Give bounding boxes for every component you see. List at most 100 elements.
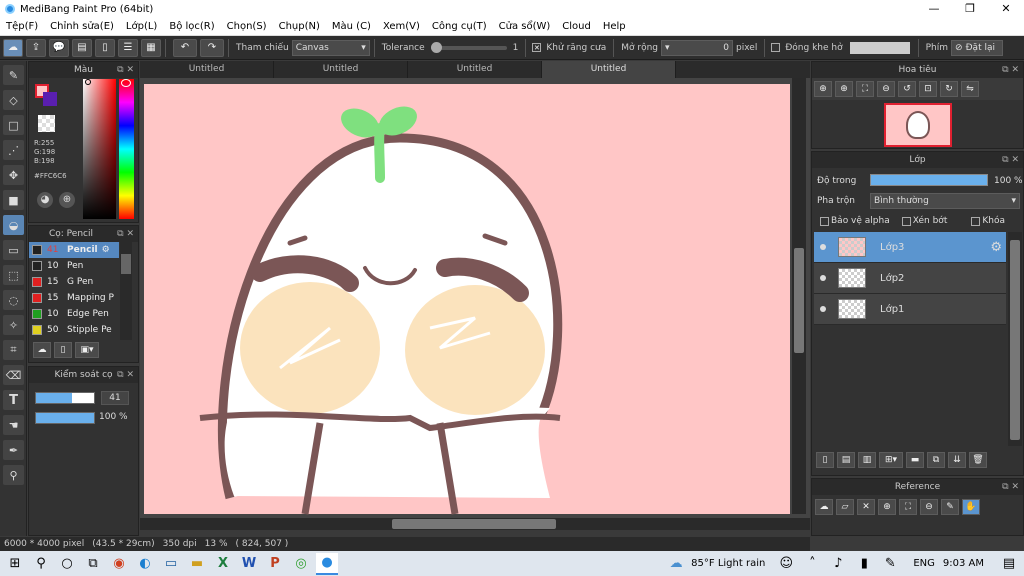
brush-item[interactable]: 10 Pen — [29, 258, 119, 274]
menu-filter[interactable]: Bộ lọc(R) — [163, 21, 220, 32]
merge-layer-icon[interactable]: ⇊ — [948, 452, 966, 468]
canvas-area[interactable] — [140, 78, 810, 530]
new-layer-icon[interactable]: ▯ — [816, 452, 834, 468]
chrome-icon[interactable]: ◎ — [290, 553, 312, 575]
brush-item[interactable]: 41 Pencil ⚙ — [29, 242, 119, 258]
rect-select-tool-icon[interactable]: ⬚ — [3, 265, 24, 285]
saturation-value-picker[interactable] — [83, 79, 116, 219]
menu-file[interactable]: Tệp(F) — [0, 21, 44, 32]
close-icon[interactable]: ✕ — [857, 499, 875, 515]
palette-icon[interactable]: ◕ — [37, 192, 53, 208]
panel-close-icon[interactable]: ⧉ ✕ — [117, 367, 134, 383]
add-layer-menu-icon[interactable]: ⊞▾ — [879, 452, 903, 468]
menu-edit[interactable]: Chỉnh sửa(E) — [44, 21, 120, 32]
gear-icon[interactable]: ⚙ — [990, 240, 1002, 255]
hand-tool-icon[interactable]: ☚ — [3, 415, 24, 435]
maximize-button[interactable]: ❐ — [952, 0, 988, 18]
weather-icon[interactable]: ☁ — [665, 553, 687, 575]
rotate-right-icon[interactable]: ↻ — [940, 81, 958, 97]
task-view-icon[interactable]: ⧉ — [82, 553, 104, 575]
list-icon[interactable]: ☰ — [118, 38, 138, 57]
eraser-tool-icon[interactable]: ◇ — [3, 90, 24, 110]
bucket-tool-icon[interactable]: ◒ — [3, 215, 24, 235]
visibility-icon[interactable] — [820, 275, 826, 281]
zoom-out-icon[interactable]: ⊖ — [920, 499, 938, 515]
palette-add-icon[interactable]: ⊕ — [59, 192, 75, 208]
tolerance-slider-handle[interactable] — [430, 41, 442, 53]
folder-icon[interactable]: ▬ — [906, 452, 924, 468]
pen-icon[interactable]: ✎ — [879, 553, 901, 575]
lock-checkbox[interactable] — [971, 216, 981, 226]
edge-icon[interactable]: ◐ — [134, 553, 156, 575]
brush-cloud-icon[interactable]: ☁ — [33, 342, 51, 358]
vertical-scrollbar-thumb[interactable] — [794, 248, 804, 353]
monitor-icon[interactable]: ▭ — [160, 553, 182, 575]
brush-item[interactable]: 50 Stipple Pe — [29, 322, 119, 338]
layer-item[interactable]: Lớp3 ⚙ — [814, 232, 1006, 263]
menu-help[interactable]: Help — [597, 21, 632, 32]
panel-close-icon[interactable]: ⧉ ✕ — [117, 226, 134, 242]
hue-cursor[interactable] — [121, 79, 131, 87]
brush-size-slider[interactable] — [35, 392, 95, 404]
menu-window[interactable]: Cửa sổ(W) — [493, 21, 557, 32]
cloud-icon[interactable]: ☁ — [3, 38, 23, 57]
layer-item[interactable]: Lớp1 — [814, 294, 1006, 325]
clock[interactable]: 9:03 AM — [943, 558, 984, 569]
menu-view[interactable]: Xem(V) — [377, 21, 426, 32]
menu-capture[interactable]: Chụp(N) — [273, 21, 326, 32]
panel-close-icon[interactable]: ⧉ ✕ — [1002, 62, 1019, 78]
tab-untitled-1[interactable]: Untitled — [140, 61, 274, 78]
lasso-tool-icon[interactable]: ◌ — [3, 290, 24, 310]
menu-select[interactable]: Chọn(S) — [221, 21, 273, 32]
tab-untitled-4[interactable]: Untitled — [542, 61, 676, 78]
visibility-icon[interactable] — [820, 306, 826, 312]
text-tool-icon[interactable]: T — [3, 390, 24, 410]
clipping-checkbox[interactable] — [901, 216, 911, 226]
horizontal-scrollbar-thumb[interactable] — [392, 519, 556, 529]
move-tool-icon[interactable]: ✥ — [3, 165, 24, 185]
cortana-icon[interactable]: ○ — [56, 553, 78, 575]
grid-icon[interactable]: ▦ — [141, 38, 161, 57]
panel-close-icon[interactable]: ⧉ ✕ — [117, 62, 134, 78]
close-button[interactable]: ✕ — [988, 0, 1024, 18]
notification-icon[interactable]: ▤ — [998, 553, 1020, 575]
medibang-taskbar-icon[interactable]: ● — [316, 552, 338, 575]
redo-icon[interactable]: ↷ — [200, 38, 224, 57]
canvas-drawing[interactable] — [140, 78, 810, 518]
panel-close-icon[interactable]: ⧉ ✕ — [1002, 479, 1019, 495]
panel-close-icon[interactable]: ⧉ ✕ — [1002, 152, 1019, 168]
brush-list-scrollbar[interactable] — [120, 242, 132, 340]
volume-icon[interactable]: ♪ — [827, 553, 849, 575]
pen-tool-icon[interactable]: ✒ — [3, 440, 24, 460]
network-icon[interactable]: ▮ — [853, 553, 875, 575]
layer-opacity-slider[interactable] — [870, 174, 988, 186]
hue-slider[interactable] — [119, 79, 134, 219]
scrollbar-thumb[interactable] — [121, 254, 131, 274]
hand-icon[interactable]: ✋ — [962, 499, 980, 515]
select-pen-tool-icon[interactable]: ⌗ — [3, 340, 24, 360]
menu-layer[interactable]: Lớp(L) — [120, 21, 163, 32]
horizontal-scrollbar[interactable] — [140, 518, 810, 530]
minimize-button[interactable]: — — [916, 0, 952, 18]
language-indicator[interactable]: ENG — [913, 558, 935, 569]
chevron-up-icon[interactable]: ˄ — [801, 553, 823, 575]
close-gap-checkbox[interactable] — [771, 43, 781, 52]
gear-icon[interactable]: ⚙ — [102, 245, 110, 255]
transparent-swatch[interactable] — [38, 115, 55, 132]
layer-item[interactable]: Lớp2 — [814, 263, 1006, 294]
select-eraser-tool-icon[interactable]: ⌫ — [3, 365, 24, 385]
fit-icon[interactable]: ⛶ — [856, 81, 874, 97]
brush-item[interactable]: 15 Mapping P — [29, 290, 119, 306]
eyedropper-tool-icon[interactable]: ⚲ — [3, 465, 24, 485]
tab-untitled-3[interactable]: Untitled — [408, 61, 542, 78]
file-explorer-icon[interactable]: ▬ — [186, 553, 208, 575]
tab-untitled-2[interactable]: Untitled — [274, 61, 408, 78]
blend-mode-dropdown[interactable]: Bình thường ▾ — [870, 193, 1020, 209]
new-brush-icon[interactable]: ▯ — [54, 342, 72, 358]
brush-tool-icon[interactable]: ✎ — [3, 65, 24, 85]
zoom-in-icon[interactable]: ⊕ — [835, 81, 853, 97]
fit-icon[interactable]: ⛶ — [899, 499, 917, 515]
flip-icon[interactable]: ⇋ — [961, 81, 979, 97]
brush-menu-icon[interactable]: ▣▾ — [75, 342, 99, 358]
powerpoint-icon[interactable]: P — [264, 553, 286, 575]
